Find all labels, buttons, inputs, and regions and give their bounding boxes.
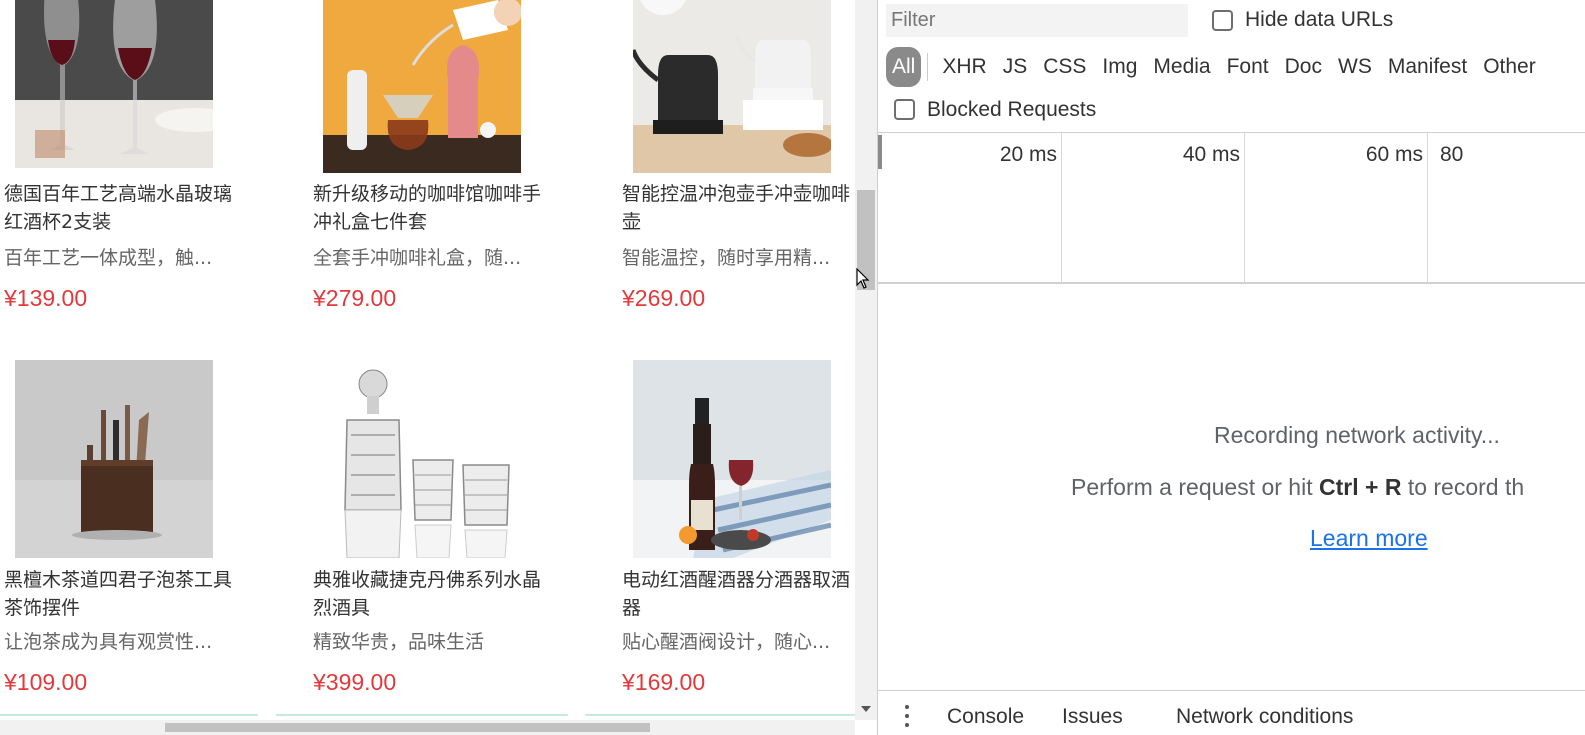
product-price: ¥269.00 (622, 285, 706, 311)
scroll-down-arrow-icon[interactable] (861, 706, 871, 712)
timeline-gridline (1244, 133, 1245, 283)
product-grid: 德国百年工艺高端水晶玻璃红酒杯2支装 百年工艺一体成型，触... ¥139.00… (0, 0, 855, 735)
learn-more-link[interactable]: Learn more (1310, 525, 1428, 552)
timeline-tick-label: 20 ms (999, 143, 1057, 166)
type-filter-css[interactable]: CSS (1035, 47, 1094, 87)
hide-data-urls-label[interactable]: Hide data URLs (1245, 8, 1393, 32)
product-image-tea-tools[interactable] (15, 360, 213, 558)
product-name[interactable]: 德国百年工艺高端水晶玻璃红酒杯2支装 (4, 180, 244, 236)
devtools-network-panel: Hide data URLs All XHR JS CSS Img Media … (877, 0, 1585, 735)
drawer-tab-network-conditions[interactable]: Network conditions (1176, 705, 1353, 729)
product-price: ¥139.00 (4, 285, 88, 311)
page-horizontal-scrollbar[interactable] (0, 720, 855, 735)
product-name[interactable]: 新升级移动的咖啡馆咖啡手冲礼盒七件套 (313, 180, 553, 236)
timeline-gridline (1061, 133, 1062, 283)
product-price: ¥169.00 (622, 669, 706, 695)
card-divider (0, 714, 258, 716)
product-description: 精致华贵，品味生活 (313, 631, 485, 653)
product-description: 全套手冲咖啡礼盒，随... (313, 247, 522, 269)
timeline-tick-label: 60 ms (1365, 143, 1423, 166)
product-image-crystal-decanter[interactable] (323, 360, 521, 558)
timeline-tick-label: 40 ms (1182, 143, 1240, 166)
hide-data-urls-checkbox[interactable] (1212, 10, 1233, 31)
type-filter-img[interactable]: Img (1094, 47, 1145, 87)
product-image-wine-glasses[interactable] (15, 0, 213, 168)
product-price: ¥279.00 (313, 285, 397, 311)
record-hint: Perform a request or hit Ctrl + R to rec… (1071, 474, 1524, 501)
timeline-start-marker (878, 135, 882, 169)
type-filter-manifest[interactable]: Manifest (1380, 47, 1475, 87)
type-filter-all[interactable]: All (886, 47, 922, 87)
product-description: 让泡茶成为具有观赏性... (4, 631, 213, 653)
devtools-drawer-tabbar: Console Issues Network conditions (878, 690, 1585, 735)
type-filter-font[interactable]: Font (1219, 47, 1277, 87)
more-tabs-menu-icon[interactable] (902, 705, 912, 731)
product-description: 智能温控，随时享用精... (622, 247, 831, 269)
recording-message: Recording network activity... (1214, 422, 1500, 448)
product-image-coffee-set[interactable] (323, 0, 521, 173)
type-filter-ws[interactable]: WS (1330, 47, 1380, 87)
page-vertical-scrollbar[interactable] (855, 0, 877, 720)
type-filter-xhr[interactable]: XHR (934, 47, 994, 87)
blocked-requests-checkbox[interactable] (894, 99, 915, 120)
product-name[interactable]: 黑檀木茶道四君子泡茶工具茶饰摆件 (4, 566, 244, 622)
mouse-pointer-icon (856, 268, 870, 289)
record-hint-suffix: to record th (1401, 474, 1525, 500)
type-filter-doc[interactable]: Doc (1277, 47, 1330, 87)
product-description: 贴心醒酒阀设计，随心... (622, 631, 831, 653)
product-image-wine-aerator[interactable] (633, 360, 831, 558)
record-hint-prefix: Perform a request or hit (1071, 474, 1319, 500)
product-name[interactable]: 典雅收藏捷克丹佛系列水晶烈酒具 (313, 566, 553, 622)
type-filter-js[interactable]: JS (995, 47, 1036, 87)
drawer-tab-issues[interactable]: Issues (1062, 705, 1123, 729)
type-filter-media[interactable]: Media (1145, 47, 1218, 87)
filter-input[interactable] (886, 4, 1188, 37)
network-timeline-overview[interactable]: 20 ms 40 ms 60 ms 80 (878, 132, 1585, 284)
card-divider (276, 714, 568, 716)
product-price: ¥399.00 (313, 669, 397, 695)
blocked-requests-label[interactable]: Blocked Requests (927, 98, 1096, 122)
card-divider (585, 714, 855, 716)
product-name[interactable]: 电动红酒醒酒器分酒器取酒器 (622, 566, 855, 622)
scrollbar-thumb[interactable] (165, 723, 650, 732)
timeline-gridline (1427, 133, 1428, 283)
product-image-kettles[interactable] (633, 0, 831, 173)
type-filter-other[interactable]: Other (1475, 47, 1544, 87)
network-empty-state: Recording network activity... Perform a … (878, 285, 1585, 690)
type-filter-separator (927, 53, 929, 81)
timeline-tick-label: 80 (1440, 143, 1464, 166)
product-price: ¥109.00 (4, 669, 88, 695)
product-description: 百年工艺一体成型，触... (4, 247, 213, 269)
product-name[interactable]: 智能控温冲泡壶手冲壶咖啡壶 (622, 180, 855, 236)
record-shortcut: Ctrl + R (1319, 474, 1402, 500)
drawer-tab-console[interactable]: Console (947, 705, 1024, 729)
resource-type-filter-bar: All XHR JS CSS Img Media Font Doc WS Man… (886, 47, 1544, 87)
